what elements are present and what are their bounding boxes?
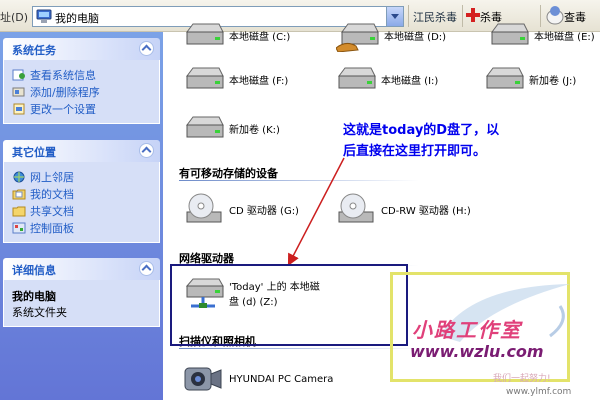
watermark-site: www.ylmf.com <box>506 387 572 397</box>
watermark-url: www.wzlu.com <box>410 342 544 361</box>
watermark-slogan: 我们一起努力! <box>493 374 551 384</box>
highlight-box <box>170 264 408 346</box>
watermark-logo-text: 小路工作室 <box>412 318 522 342</box>
